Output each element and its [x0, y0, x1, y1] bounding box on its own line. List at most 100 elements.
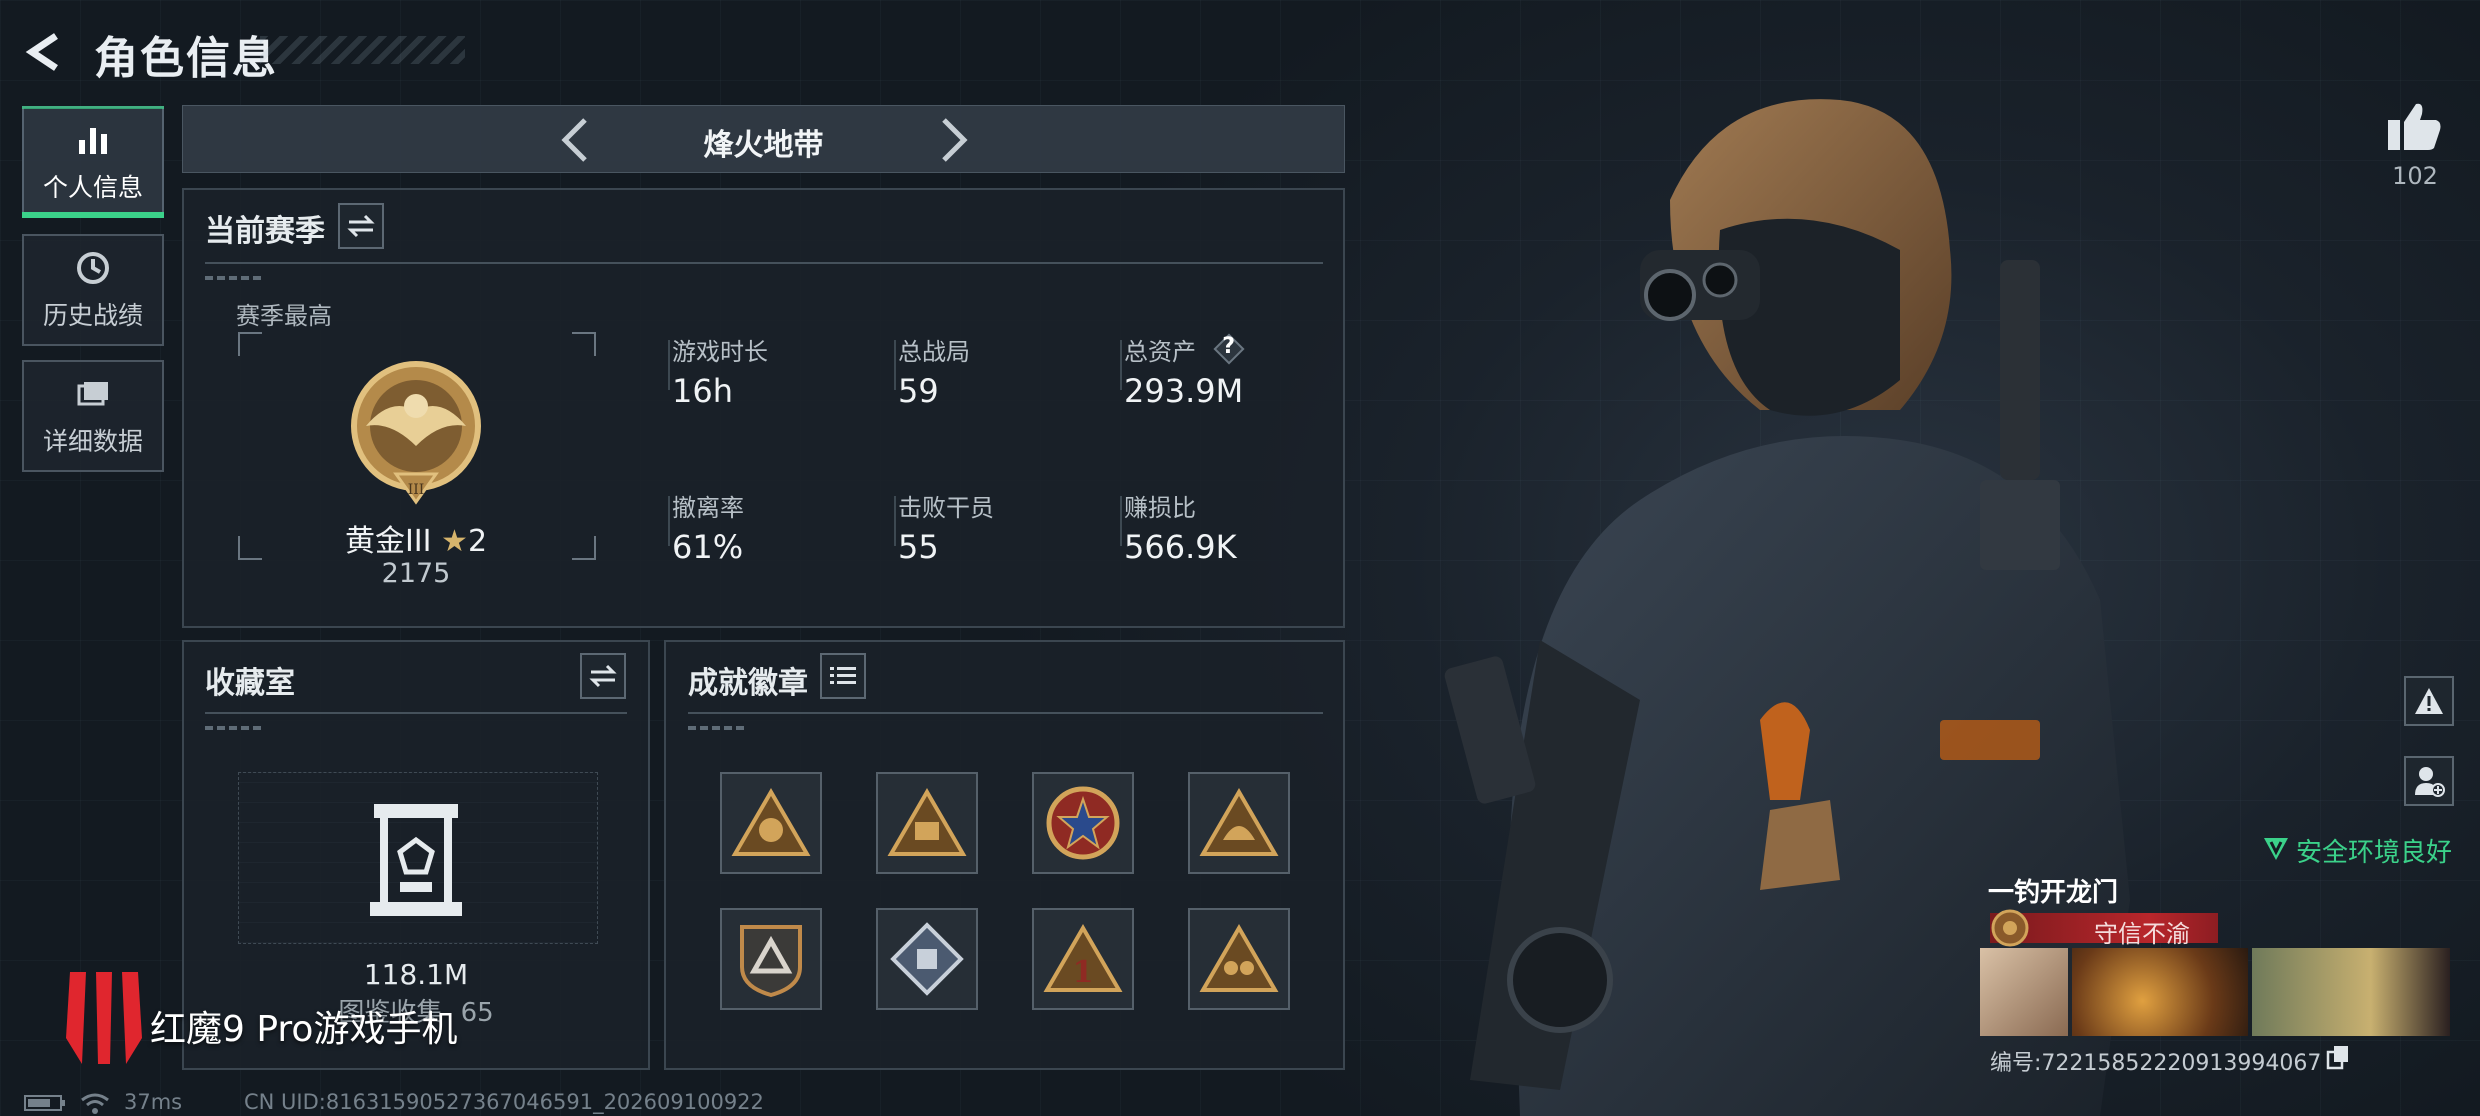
stat-label-total-assets: 总资产 ?	[1124, 332, 1246, 370]
swap-icon	[347, 214, 375, 238]
star-medal-icon	[1046, 786, 1120, 860]
season-title: 当前赛季	[205, 214, 325, 249]
divider-dash	[688, 726, 748, 730]
title-emblem-icon	[1991, 909, 2029, 947]
mode-name: 烽火地带	[703, 128, 824, 163]
badges-title: 成就徽章	[688, 666, 808, 701]
triangle-badge-icon	[887, 788, 967, 856]
stat-value-total-matches: 59	[898, 372, 939, 410]
warning-icon	[2415, 688, 2443, 714]
player-title-tag: 守信不渝	[2094, 920, 2190, 948]
divider-dash	[205, 276, 265, 280]
nav-label: 个人信息	[42, 173, 143, 202]
back-arrow-icon[interactable]	[22, 30, 66, 74]
diamond-badge-icon	[890, 922, 964, 996]
stat-separator	[894, 340, 896, 390]
showcase-strip[interactable]	[1980, 948, 2450, 1036]
triangle-badge-icon	[1199, 788, 1279, 856]
add-friend-button[interactable]	[2404, 756, 2454, 806]
stat-separator	[1120, 340, 1122, 390]
nav-item-personal-info[interactable]: 个人信息	[22, 106, 164, 218]
stat-label-kills: 击败干员	[898, 494, 994, 522]
game-screen: 角色信息 个人信息 历史战绩 详细数据 烽火地带 当前赛季 赛季最高 III 黄…	[0, 0, 2480, 1116]
device-watermark: 红魔9 Pro游戏手机	[150, 1009, 458, 1050]
safety-shield-icon	[2264, 838, 2288, 860]
divider	[688, 712, 1323, 714]
next-mode-arrow-icon[interactable]	[928, 114, 978, 166]
stat-value-total-assets: 293.9M	[1124, 372, 1244, 410]
rank-name: 黄金III	[344, 524, 432, 559]
battery-icon	[24, 1095, 65, 1111]
stat-label-total-matches: 总战局	[898, 338, 970, 366]
star-icon: ★	[441, 524, 468, 559]
rank-stars: 2	[467, 524, 488, 559]
display-case-icon	[370, 804, 462, 916]
stat-separator	[668, 496, 670, 546]
collection-value: 118.1M	[363, 958, 469, 991]
season-switch-button[interactable]	[338, 203, 384, 249]
list-icon	[830, 667, 856, 684]
achievement-badge[interactable]	[1032, 772, 1134, 874]
stat-label-profit-ratio: 赚损比	[1124, 494, 1196, 522]
achievement-badge[interactable]	[876, 772, 978, 874]
divider-dash	[205, 726, 265, 730]
swap-icon	[589, 664, 617, 688]
achievement-badge[interactable]: 1	[1032, 908, 1134, 1010]
triangle-badge-icon: 1	[1043, 924, 1123, 992]
divider	[205, 712, 627, 714]
showcase-thumbnail	[2072, 948, 2248, 1036]
achievement-badge[interactable]	[1188, 772, 1290, 874]
player-id: 编号:72215852220913994067	[1990, 1051, 2322, 1076]
collection-title: 收藏室	[205, 666, 295, 701]
report-button[interactable]	[2404, 676, 2454, 726]
ping-value: 37ms	[124, 1090, 183, 1114]
achievement-badge[interactable]	[1188, 908, 1290, 1010]
frame-corner	[238, 332, 262, 356]
triangle-badge-icon	[1199, 924, 1279, 992]
stat-separator	[668, 340, 670, 390]
badges-list-button[interactable]	[820, 653, 866, 699]
rank-name-row: 黄金III ★2	[236, 516, 596, 560]
svg-text:1: 1	[1073, 955, 1094, 990]
stat-value-profit-ratio: 566.9K	[1124, 528, 1237, 566]
collection-switch-button[interactable]	[580, 653, 626, 699]
achievement-badge[interactable]	[720, 908, 822, 1010]
avatar-thumbnail	[1980, 948, 2068, 1036]
triangle-badge-icon	[731, 788, 811, 856]
rank-score: 2175	[381, 558, 451, 589]
nav-item-details[interactable]: 详细数据	[22, 360, 164, 472]
nav-label: 详细数据	[42, 427, 143, 456]
stat-separator	[894, 496, 896, 546]
stat-label-play-time: 游戏时长	[672, 338, 768, 366]
gold-rank-emblem-icon: III	[351, 361, 481, 505]
player-name: 一钓开龙门	[1988, 878, 2119, 908]
stat-label-text: 总资产	[1124, 338, 1196, 366]
nav-label: 历史战绩	[42, 301, 143, 330]
stat-value-play-time: 16h	[672, 372, 733, 410]
achievement-badge[interactable]	[720, 772, 822, 874]
divider	[205, 262, 1323, 264]
redmagic-logo-icon	[66, 972, 142, 1064]
help-icon[interactable]: ?	[1212, 333, 1246, 370]
nav-item-history[interactable]: 历史战绩	[22, 234, 164, 346]
bar-chart-icon	[79, 128, 107, 154]
title-stripe	[260, 36, 465, 64]
collection-sub-value: 65	[460, 998, 494, 1028]
folder-stack-icon	[77, 382, 108, 406]
stat-value-kills: 55	[898, 528, 939, 566]
mode-selector: 烽火地带	[182, 105, 1345, 173]
stat-label-extract-rate: 撤离率	[672, 494, 744, 522]
showcase-thumbnail	[2252, 948, 2450, 1036]
add-person-icon	[2415, 767, 2445, 797]
copy-icon[interactable]	[2326, 1044, 2350, 1070]
safety-status: 安全环境良好	[2296, 838, 2453, 868]
season-best-label: 赛季最高	[236, 302, 332, 330]
help-mark: ?	[1222, 334, 1236, 359]
account-uid: CN UID:81631590527367046591_202609100922	[244, 1090, 764, 1114]
page-title: 角色信息	[94, 33, 278, 84]
shield-badge-icon	[740, 925, 802, 998]
likes-count: 102	[2392, 162, 2438, 190]
achievement-badge[interactable]	[876, 908, 978, 1010]
thumbs-up-icon[interactable]	[2386, 100, 2442, 152]
stat-separator	[1120, 496, 1122, 546]
